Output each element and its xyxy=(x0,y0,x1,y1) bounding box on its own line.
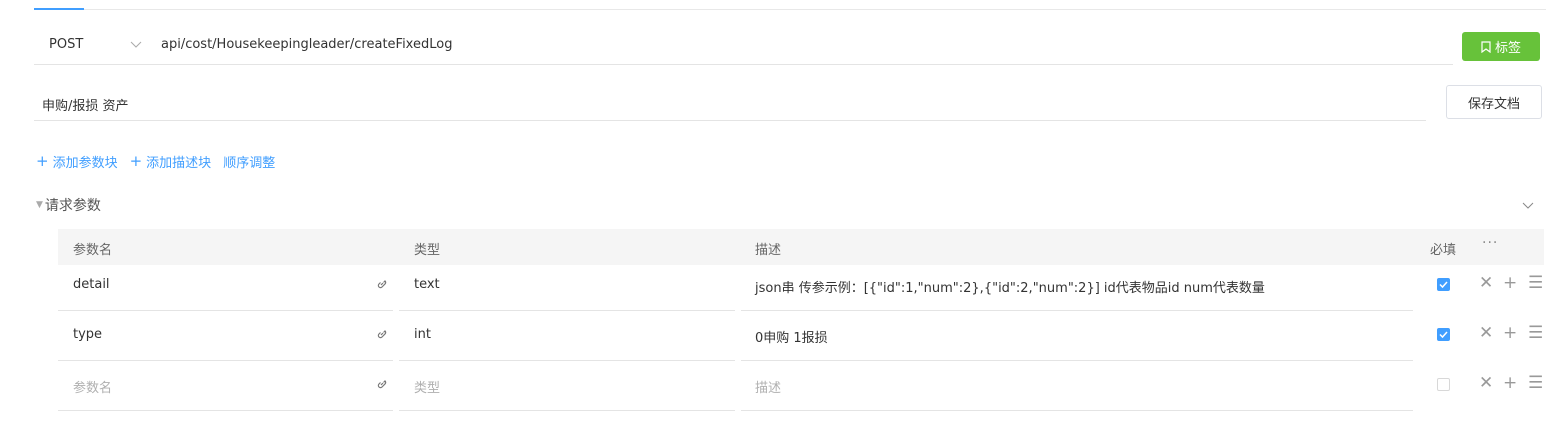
add-desc-block-link[interactable]: + 添加描述块 xyxy=(129,151,212,171)
title-underline xyxy=(34,120,1426,121)
caret-down-icon: ▼ xyxy=(36,200,43,210)
param-type[interactable]: text xyxy=(414,277,440,292)
header-desc: 描述 xyxy=(755,243,782,258)
method-value: POST xyxy=(49,37,84,52)
reorder-link[interactable]: 顺序调整 xyxy=(223,152,275,171)
header-type: 类型 xyxy=(414,243,441,258)
plus-icon[interactable]: + xyxy=(1503,323,1517,343)
param-type-input[interactable]: 类型 xyxy=(414,377,440,396)
required-checkbox[interactable] xyxy=(1437,278,1450,291)
menu-icon[interactable]: ☰ xyxy=(1528,323,1543,343)
link-icon[interactable] xyxy=(376,378,388,390)
doc-title-value: 申购/报损 资产 xyxy=(42,99,129,114)
param-desc[interactable]: json串 传参示例：[{"id":1,"num":2},{"id":2,"nu… xyxy=(755,277,1265,296)
plus-icon: + xyxy=(129,151,143,170)
link-icon[interactable] xyxy=(376,278,388,290)
param-desc-input[interactable]: 描述 xyxy=(755,377,781,396)
request-params-header[interactable]: ▼ 请求参数 xyxy=(36,195,101,215)
check-icon xyxy=(1439,281,1448,289)
params-table-header: 参数名 类型 描述 必填 ··· xyxy=(58,229,1544,265)
header-name: 参数名 xyxy=(73,243,113,258)
method-select[interactable]: POST xyxy=(34,30,154,62)
name-underline xyxy=(58,360,393,361)
param-type[interactable]: int xyxy=(414,327,431,342)
active-tab-indicator xyxy=(34,8,84,10)
menu-icon[interactable]: ☰ xyxy=(1528,373,1543,393)
tag-icon xyxy=(1481,40,1491,53)
desc-underline xyxy=(741,410,1413,411)
desc-underline xyxy=(741,360,1413,361)
type-underline xyxy=(399,310,735,311)
name-underline xyxy=(58,410,393,411)
close-icon[interactable]: ✕ xyxy=(1479,273,1493,293)
type-underline xyxy=(399,410,735,411)
tag-button-label: 标签 xyxy=(1494,41,1521,56)
close-icon[interactable]: ✕ xyxy=(1479,373,1493,393)
url-value: api/cost/Housekeepingleader/createFixedL… xyxy=(161,37,453,52)
table-row: type int 0申购 1报损 ✕ + ☰ xyxy=(58,313,1544,361)
type-underline xyxy=(399,360,735,361)
table-row: detail text json串 传参示例：[{"id":1,"num":2}… xyxy=(58,263,1544,311)
required-checkbox[interactable] xyxy=(1437,378,1450,391)
param-name[interactable]: type xyxy=(73,327,102,342)
desc-underline xyxy=(741,310,1413,311)
block-toolbar: + 添加参数块 + 添加描述块 顺序调整 xyxy=(36,151,275,171)
top-tab-border xyxy=(34,9,1546,10)
menu-icon[interactable]: ☰ xyxy=(1528,273,1543,293)
more-icon[interactable]: ··· xyxy=(1482,235,1498,251)
plus-icon: + xyxy=(36,151,49,170)
chevron-down-icon[interactable] xyxy=(1522,199,1534,211)
url-input[interactable]: api/cost/Housekeepingleader/createFixedL… xyxy=(160,30,1452,62)
required-checkbox[interactable] xyxy=(1437,328,1450,341)
param-desc[interactable]: 0申购 1报损 xyxy=(755,327,828,346)
link-icon[interactable] xyxy=(376,328,388,340)
add-param-block-label: 添加参数块 xyxy=(52,155,118,171)
check-icon xyxy=(1439,331,1448,339)
add-param-block-link[interactable]: + 添加参数块 xyxy=(36,151,118,171)
chevron-down-icon xyxy=(130,41,142,48)
table-row-empty: 参数名 类型 描述 ✕ + ☰ xyxy=(58,363,1544,411)
plus-icon[interactable]: + xyxy=(1503,273,1517,293)
param-name[interactable]: detail xyxy=(73,277,110,292)
plus-icon[interactable]: + xyxy=(1503,373,1517,393)
add-desc-block-label: 添加描述块 xyxy=(146,155,212,171)
section-title: 请求参数 xyxy=(44,198,101,214)
url-underline xyxy=(34,64,1453,65)
save-doc-button[interactable]: 保存文档 xyxy=(1446,85,1542,119)
doc-title-input[interactable]: 申购/报损 资产 xyxy=(34,88,1426,118)
close-icon[interactable]: ✕ xyxy=(1479,323,1493,343)
param-name-input[interactable]: 参数名 xyxy=(73,377,112,396)
tag-button[interactable]: 标签 xyxy=(1462,32,1540,61)
name-underline xyxy=(58,310,393,311)
header-required: 必填 xyxy=(1430,243,1457,258)
